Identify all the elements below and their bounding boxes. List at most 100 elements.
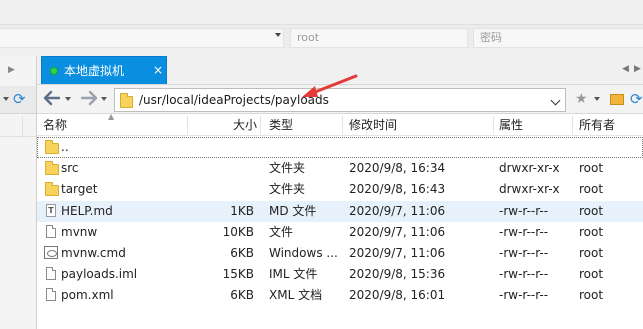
file-type: MD 文件 [269, 204, 317, 218]
table-row[interactable]: .. [37, 137, 643, 158]
file-owner: root [579, 182, 604, 196]
sort-ascending-icon: ▲ [108, 112, 115, 121]
path-text: /usr/local/ideaProjects/payloads [139, 93, 329, 107]
password-field[interactable]: 密码 [473, 28, 643, 48]
file-icon [46, 288, 56, 301]
refresh-icon[interactable]: ⟳ [13, 91, 26, 107]
left-pane-toolbar: ⟳ [0, 86, 36, 114]
tab-scroll-right-icon[interactable]: ▶ [634, 64, 641, 74]
file-type: 文件 [269, 225, 294, 239]
file-owner: root [579, 225, 604, 239]
file-attributes: drwxr-xr-x [499, 161, 560, 175]
user-field[interactable]: root [290, 28, 468, 48]
file-modified: 2020/9/8, 16:34 [349, 161, 446, 175]
file-size: 15KB [222, 267, 254, 281]
file-attributes: -rw-r--r-- [499, 225, 549, 239]
arrow-right-icon [80, 90, 98, 106]
arrow-left-icon [43, 90, 61, 106]
column-modified[interactable]: 修改时间 [349, 118, 397, 132]
bookmark-star-icon[interactable]: ★ [575, 91, 588, 107]
file-list-header: ▲ 名称 大小 类型 修改时间 属性 所有者 [37, 112, 643, 136]
file-name: HELP.md [61, 204, 113, 218]
path-input[interactable]: /usr/local/ideaProjects/payloads [114, 88, 566, 112]
file-name: pom.xml [61, 288, 114, 302]
file-name: mvnw [61, 225, 98, 239]
home-folder-icon[interactable] [610, 94, 624, 105]
column-attributes[interactable]: 属性 [499, 118, 523, 132]
table-row[interactable]: payloads.iml 15KB IML 文件 2020/9/8, 15:36… [37, 264, 643, 285]
file-name: .. [61, 140, 69, 154]
folder-icon [45, 161, 59, 175]
connected-status-icon [50, 67, 58, 75]
file-modified: 2020/9/7, 11:06 [349, 246, 446, 260]
file-owner: root [579, 161, 604, 175]
file-attributes: -rw-r--r-- [499, 204, 549, 218]
tab-label: 本地虚拟机 [64, 64, 125, 78]
file-modified: 2020/9/7, 11:06 [349, 204, 446, 218]
text-file-icon: T [46, 204, 56, 217]
sftp-window: root 密码 ▶ ⟳ 本地虚拟机 × ◀ ▶ /usr/local/ideaP… [0, 0, 643, 329]
file-name: payloads.iml [61, 267, 138, 281]
file-size: 1KB [230, 204, 254, 218]
file-list: ▲ 名称 大小 类型 修改时间 属性 所有者 .. src 文件夹 2020/9… [37, 112, 643, 329]
file-type: XML 文档 [269, 288, 323, 302]
table-row[interactable]: src 文件夹 2020/9/8, 16:34 drwxr-xr-x root [37, 158, 643, 179]
table-row[interactable]: mvnw 10KB 文件 2020/9/7, 11:06 -rw-r--r-- … [37, 222, 643, 243]
column-divider[interactable] [572, 116, 573, 134]
column-divider[interactable] [342, 116, 343, 134]
bookmark-caret-icon[interactable] [594, 97, 600, 101]
file-name: mvnw.cmd [61, 246, 126, 260]
left-pane-nav-right-icon[interactable]: ▶ [8, 65, 15, 75]
file-modified: 2020/9/7, 11:06 [349, 225, 446, 239]
file-type: IML 文件 [269, 267, 318, 281]
column-divider[interactable] [187, 116, 188, 134]
table-row[interactable]: pom.xml 6KB XML 文档 2020/9/8, 16:01 -rw-r… [37, 285, 643, 306]
file-modified: 2020/9/8, 16:43 [349, 182, 446, 196]
file-type: 文件夹 [269, 182, 306, 196]
column-size[interactable]: 大小 [233, 118, 257, 132]
file-name: src [61, 161, 79, 175]
left-pane-header-sep [0, 136, 36, 137]
path-toolbar: /usr/local/ideaProjects/payloads ★ ⟳ [37, 84, 643, 114]
cmd-file-icon [44, 246, 58, 259]
file-attributes: drwxr-xr-x [499, 182, 560, 196]
host-select[interactable] [0, 28, 284, 48]
folder-icon [45, 140, 59, 154]
tab-strip: 本地虚拟机 × ◀ ▶ [37, 56, 643, 84]
table-row[interactable]: target 文件夹 2020/9/8, 16:43 drwxr-xr-x ro… [37, 179, 643, 200]
tab-scroll-left-icon[interactable]: ◀ [622, 64, 629, 74]
column-type[interactable]: 类型 [269, 118, 293, 132]
dropdown-caret-icon[interactable] [3, 97, 9, 101]
file-size: 6KB [230, 246, 254, 260]
column-owner[interactable]: 所有者 [579, 118, 615, 132]
path-dropdown-caret-icon[interactable] [550, 95, 561, 106]
file-size: 6KB [230, 288, 254, 302]
tab-local-vm[interactable]: 本地虚拟机 × [41, 56, 167, 84]
table-row[interactable]: T HELP.md 1KB MD 文件 2020/9/7, 11:06 -rw-… [37, 201, 643, 222]
back-history-caret-icon[interactable] [65, 97, 71, 101]
file-owner: root [579, 267, 604, 281]
file-icon [46, 267, 56, 280]
host-dropdown-arrow-icon[interactable] [275, 33, 281, 37]
file-icon [46, 225, 56, 238]
folder-icon [120, 93, 133, 108]
file-name: target [61, 182, 98, 196]
file-attributes: -rw-r--r-- [499, 267, 549, 281]
back-button[interactable] [43, 90, 61, 110]
file-size: 10KB [222, 225, 254, 239]
tab-close-icon[interactable]: × [153, 62, 163, 78]
column-divider[interactable] [493, 116, 494, 134]
file-type: 文件夹 [269, 161, 306, 175]
file-attributes: -rw-r--r-- [499, 288, 549, 302]
column-name[interactable]: 名称 [43, 118, 67, 132]
forward-history-caret-icon[interactable] [101, 97, 107, 101]
forward-button[interactable] [80, 90, 98, 110]
file-type: Windows ... [269, 246, 338, 260]
file-owner: root [579, 288, 604, 302]
file-owner: root [579, 204, 604, 218]
table-row[interactable]: mvnw.cmd 6KB Windows ... 2020/9/7, 11:06… [37, 243, 643, 264]
column-divider[interactable] [260, 116, 261, 134]
file-modified: 2020/9/8, 16:01 [349, 288, 446, 302]
refresh-icon[interactable]: ⟳ [630, 91, 643, 107]
file-owner: root [579, 246, 604, 260]
